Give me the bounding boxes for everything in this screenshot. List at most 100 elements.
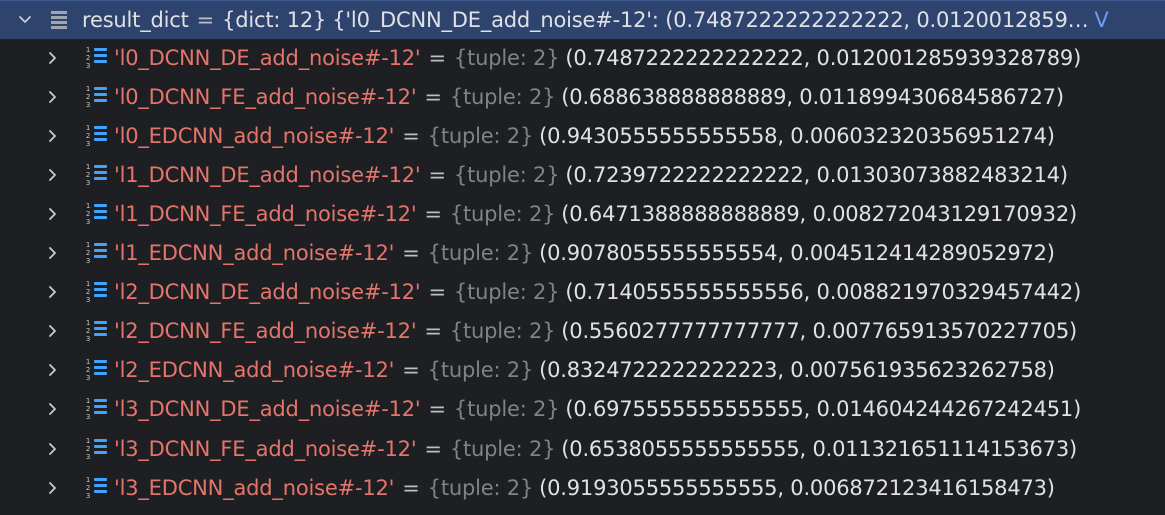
tuple-icon: 123: [84, 85, 108, 109]
chevron-right-icon[interactable]: [42, 86, 64, 108]
equals-sign: =: [402, 241, 420, 265]
entry-key: 'l3_DCNN_DE_add_noise#-12': [114, 397, 421, 422]
entry-value: (0.8324722222222223, 0.00756193562326275…: [539, 358, 1055, 383]
tuple-icon: 123: [84, 280, 108, 304]
tree-row[interactable]: 1 2 3 'l3_DCNN_FE_add_noise#-12' = {tuple: 2}…: [0, 429, 1165, 468]
tree-row[interactable]: 1 2 3 'l2_DCNN_FE_add_noise#-12' = {tuple: 2}…: [0, 312, 1165, 351]
entry-key: 'l1_EDCNN_add_noise#-12': [114, 241, 395, 265]
entry-value: (0.6975555555555555, 0.01460424426724245…: [565, 397, 1082, 422]
equals-sign: =: [402, 358, 420, 383]
equals-sign: =: [424, 201, 442, 226]
chevron-right-icon[interactable]: [42, 320, 64, 342]
tree-row[interactable]: 1 2 3 'l2_DCNN_DE_add_noise#-12' = {tuple: 2}…: [0, 273, 1165, 312]
chevron-right-icon[interactable]: [42, 281, 64, 303]
equals-sign: =: [424, 436, 442, 461]
tuple-icon-digits: 123: [85, 475, 91, 500]
tuple-icon-digits: 123: [85, 358, 91, 383]
variable-preview: {'l0_DCNN_DE_add_noise#-12': (0.74872222…: [332, 8, 1089, 32]
chevron-down-icon[interactable]: [14, 9, 36, 31]
entry-type: {tuple: 2}: [453, 162, 560, 187]
chevron-right-icon[interactable]: [42, 438, 64, 460]
tree-row[interactable]: 1 2 3 'l3_EDCNN_add_noise#-12' = {tuple: 2} (0…: [0, 468, 1165, 507]
chevron-right-icon[interactable]: [42, 203, 64, 225]
tuple-icon: 123: [84, 319, 108, 343]
entry-type: {tuple: 2}: [449, 436, 556, 461]
entry-key: 'l1_DCNN_DE_add_noise#-12': [114, 162, 421, 187]
tuple-icon: 123: [84, 124, 108, 148]
entry-value: (0.5560277777777777, 0.00776591357022770…: [561, 319, 1077, 344]
entry-type: {tuple: 2}: [453, 397, 560, 422]
chevron-right-icon[interactable]: [42, 242, 64, 264]
tuple-icon-digits: 123: [85, 201, 91, 226]
tuple-icon-digits: 123: [85, 123, 91, 148]
tree-row[interactable]: 1 2 3 'l0_DCNN_FE_add_noise#-12' = {tuple: 2}…: [0, 77, 1165, 116]
variable-type: {dict: 12}: [222, 8, 327, 32]
tuple-icon-digits: 123: [85, 319, 91, 344]
equals-sign: =: [424, 84, 442, 109]
tuple-icon: 123: [84, 202, 108, 226]
equals-sign: =: [196, 8, 215, 32]
tree-row[interactable]: 1 2 3 'l0_EDCNN_add_noise#-12' = {tuple: 2} (0…: [0, 116, 1165, 155]
entry-type: {tuple: 2}: [427, 475, 534, 500]
entry-value: (0.6471388888888889, 0.00827204312917093…: [561, 201, 1077, 226]
variable-name: result_dict: [82, 8, 189, 32]
equals-sign: =: [428, 280, 447, 305]
entry-key: 'l3_EDCNN_add_noise#-12': [114, 475, 395, 500]
tree-row[interactable]: 1 2 3 'l1_DCNN_DE_add_noise#-12' = {tuple: 2}…: [0, 155, 1165, 194]
entry-type: {tuple: 2}: [453, 45, 560, 70]
chevron-right-icon[interactable]: [42, 359, 64, 381]
entry-type: {tuple: 2}: [449, 201, 556, 226]
tuple-icon: 123: [84, 358, 108, 382]
entry-value: (0.7239722222222222, 0.01303073882483214…: [565, 162, 1068, 187]
tuple-icon-digits: 123: [85, 397, 91, 422]
entry-key: 'l2_EDCNN_add_noise#-12': [114, 358, 395, 383]
entry-value: (0.6538055555555555, 0.01132165111415367…: [561, 436, 1077, 461]
tree-row[interactable]: 1 2 3 'l2_EDCNN_add_noise#-12' = {tuple: 2} (0…: [0, 351, 1165, 390]
tuple-icon-digits: 123: [85, 45, 91, 70]
chevron-right-icon[interactable]: [42, 125, 64, 147]
entry-key: 'l0_DCNN_FE_add_noise#-12': [114, 84, 417, 109]
entry-value: (0.688638888888889, 0.011899430684586727…: [561, 84, 1064, 109]
chevron-right-icon[interactable]: [42, 398, 64, 420]
view-link[interactable]: V: [1094, 8, 1108, 32]
entry-key: 'l0_EDCNN_add_noise#-12': [114, 123, 395, 148]
entry-key: 'l2_DCNN_DE_add_noise#-12': [114, 280, 421, 305]
entry-key: 'l0_DCNN_DE_add_noise#-12': [114, 45, 421, 70]
tuple-icon: 123: [84, 241, 108, 265]
tree-row[interactable]: 1 2 3 'l3_DCNN_DE_add_noise#-12' = {tuple: 2}…: [0, 390, 1165, 429]
equals-sign: =: [402, 123, 420, 148]
entry-value: (0.9193055555555555, 0.00687212341615847…: [539, 475, 1055, 500]
entry-type: {tuple: 2}: [449, 319, 556, 344]
entry-value: (0.9430555555555558, 0.00603232035695127…: [539, 123, 1055, 148]
entry-type: {tuple: 2}: [427, 123, 534, 148]
tuple-icon: 123: [84, 397, 108, 421]
entry-type: {tuple: 2}: [427, 358, 534, 383]
entry-key: 'l1_DCNN_FE_add_noise#-12': [114, 201, 417, 226]
entry-value: (0.7140555555555556, 0.00882197032945744…: [565, 280, 1082, 305]
entry-type: {tuple: 2}: [449, 84, 556, 109]
entry-key: 'l2_DCNN_FE_add_noise#-12': [114, 319, 417, 344]
entry-type: {tuple: 2}: [453, 280, 560, 305]
tree-row[interactable]: 1 2 3 'l1_EDCNN_add_noise#-12' = {tuple: 2} (0…: [0, 234, 1165, 273]
dict-icon: [48, 8, 70, 32]
tuple-icon: 123: [84, 46, 108, 70]
chevron-right-icon[interactable]: [42, 164, 64, 186]
tree-row[interactable]: 1 2 3 'l1_DCNN_FE_add_noise#-12' = {tuple: 2}…: [0, 194, 1165, 233]
entry-value: (0.7487222222222222, 0.01200128593932878…: [565, 45, 1082, 70]
entry-key: 'l3_DCNN_FE_add_noise#-12': [114, 436, 417, 461]
equals-sign: =: [424, 319, 442, 344]
tuple-icon: 123: [84, 476, 108, 500]
tuple-icon: 123: [84, 163, 108, 187]
equals-sign: =: [428, 162, 447, 187]
variables-panel: result_dict = {dict: 12} {'l0_DCNN_DE_ad…: [0, 0, 1165, 515]
chevron-right-icon[interactable]: [42, 477, 64, 499]
chevron-right-icon[interactable]: [42, 47, 64, 69]
tuple-icon-digits: 123: [85, 241, 91, 265]
tuple-icon: 123: [84, 437, 108, 461]
equals-sign: =: [428, 45, 447, 70]
variable-row-result-dict[interactable]: result_dict = {dict: 12} {'l0_DCNN_DE_ad…: [0, 0, 1165, 39]
entry-value: (0.9078055555555554, 0.00451241428905297…: [539, 241, 1055, 265]
entry-type: {tuple: 2}: [427, 241, 534, 265]
tree-row[interactable]: 1 2 3 'l0_DCNN_DE_add_noise#-12' = {tuple: 2}…: [0, 38, 1165, 77]
tuple-icon-digits: 123: [85, 84, 91, 109]
